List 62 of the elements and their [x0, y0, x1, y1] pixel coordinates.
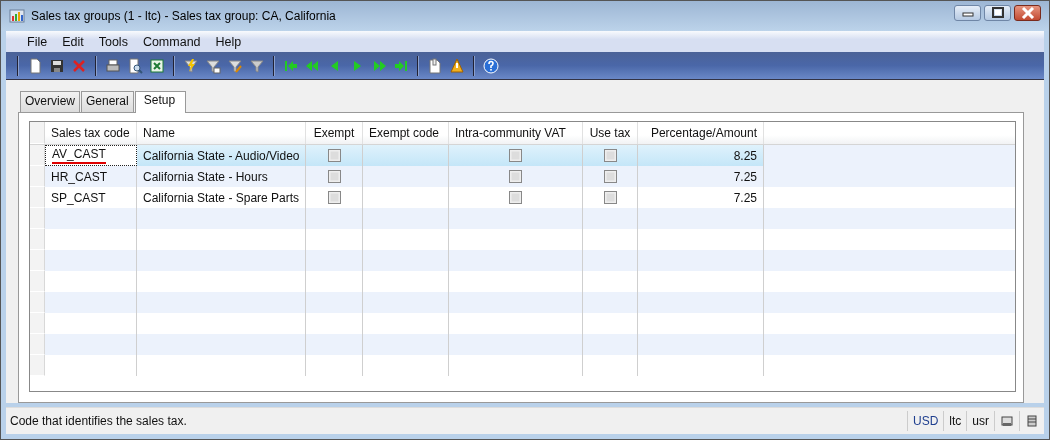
document-icon[interactable]: [427, 57, 443, 74]
checkbox[interactable]: [509, 170, 522, 183]
checkbox[interactable]: [603, 191, 617, 204]
close-icon: [1020, 7, 1035, 19]
row-header: [30, 313, 45, 334]
checkbox[interactable]: [509, 149, 522, 162]
column-header[interactable]: Percentage/Amount: [638, 122, 764, 144]
currency-indicator[interactable]: USD: [907, 411, 944, 431]
new-document-icon[interactable]: [27, 57, 43, 74]
close-button[interactable]: [1014, 5, 1041, 21]
table-row[interactable]: HR_CAST California State - Hours 7.25: [30, 166, 1015, 187]
column-header[interactable]: Exempt code: [363, 122, 449, 144]
database-icon[interactable]: [1025, 414, 1039, 428]
window-title: Sales tax groups (1 - ltc) - Sales tax group: CA, California: [31, 9, 337, 23]
print-icon[interactable]: [105, 57, 121, 74]
printer-icon[interactable]: [1000, 414, 1014, 428]
column-header[interactable]: Name: [137, 122, 306, 144]
checkbox[interactable]: [327, 149, 341, 162]
maximize-icon: [990, 7, 1005, 19]
table-cell: California State - Audio/Video: [143, 148, 300, 163]
tab[interactable]: General: [81, 91, 134, 112]
table-row[interactable]: AV_CAST California State - Audio/Video 8.25: [30, 145, 1015, 166]
filter-edit-icon[interactable]: [227, 57, 243, 74]
column-header[interactable]: Intra-community VAT: [449, 122, 583, 144]
table-cell: California State - Hours: [143, 169, 268, 184]
spreadsheet-icon[interactable]: [149, 57, 165, 74]
print-preview-icon[interactable]: [127, 57, 143, 74]
menu-item[interactable]: Help: [208, 34, 250, 49]
user-indicator[interactable]: usr: [966, 411, 994, 431]
tab[interactable]: Setup: [134, 91, 187, 113]
company-indicator[interactable]: ltc: [943, 411, 967, 431]
lightning-filter-icon[interactable]: [183, 57, 199, 74]
row-header: [30, 229, 45, 250]
alert-icon[interactable]: [449, 57, 465, 74]
maximize-button[interactable]: [984, 5, 1011, 21]
filter-icon[interactable]: [249, 57, 265, 74]
table-cell: California State - Spare Parts: [143, 190, 300, 205]
code-cell[interactable]: HR_CAST: [51, 169, 107, 184]
checkbox[interactable]: [603, 149, 617, 162]
menu-item[interactable]: Command: [135, 34, 209, 49]
column-header[interactable]: Exempt: [306, 122, 363, 144]
table-cell: 7.25: [733, 190, 757, 205]
table-cell: 8.25: [733, 148, 757, 163]
checkbox[interactable]: [327, 191, 341, 204]
help-icon[interactable]: [483, 57, 499, 74]
column-header[interactable]: Use tax: [583, 122, 638, 144]
menu-item[interactable]: File: [20, 34, 56, 49]
menu-item[interactable]: Tools: [91, 34, 136, 49]
code-cell[interactable]: SP_CAST: [51, 190, 106, 205]
checkbox[interactable]: [603, 170, 617, 183]
status-message: Code that identifies the sales tax.: [9, 414, 188, 428]
menu-item[interactable]: Edit: [55, 34, 92, 49]
row-header: [30, 271, 45, 292]
column-header[interactable]: Sales tax code: [45, 122, 137, 144]
checkbox[interactable]: [509, 191, 522, 204]
tab[interactable]: Overview: [20, 91, 80, 112]
filter-icon[interactable]: [205, 57, 221, 74]
save-icon[interactable]: [49, 57, 65, 74]
table-cell: 7.25: [733, 169, 757, 184]
row-header: [30, 355, 45, 376]
app-icon: [9, 8, 25, 24]
checkbox[interactable]: [327, 170, 341, 183]
